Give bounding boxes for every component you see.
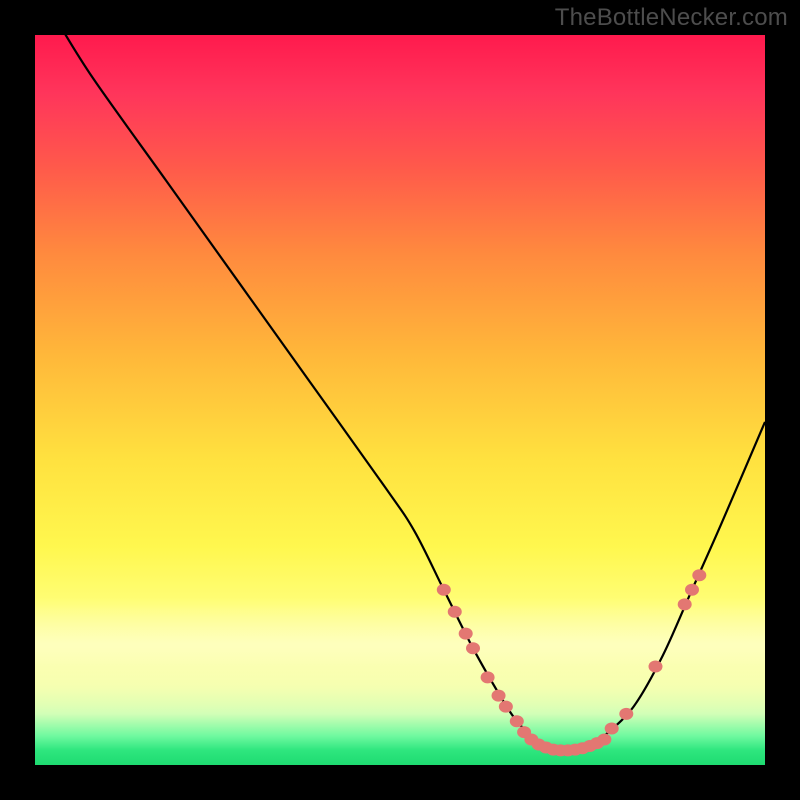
plot-area xyxy=(35,35,765,765)
chart-svg xyxy=(35,35,765,765)
curve-markers xyxy=(437,569,707,756)
chart-frame: TheBottleNecker.com xyxy=(0,0,800,800)
curve-marker xyxy=(459,628,473,640)
curve-marker xyxy=(597,733,611,745)
curve-marker xyxy=(619,708,633,720)
curve-marker xyxy=(448,606,462,618)
watermark-text: TheBottleNecker.com xyxy=(555,4,788,32)
curve-marker xyxy=(499,701,513,713)
curve-marker xyxy=(649,660,663,672)
bottleneck-curve xyxy=(57,35,765,751)
curve-marker xyxy=(678,598,692,610)
curve-marker xyxy=(437,584,451,596)
curve-marker xyxy=(605,723,619,735)
curve-marker xyxy=(510,715,524,727)
curve-marker xyxy=(466,642,480,654)
curve-marker xyxy=(692,569,706,581)
curve-marker xyxy=(685,584,699,596)
curve-marker xyxy=(481,671,495,683)
curve-marker xyxy=(492,690,506,702)
